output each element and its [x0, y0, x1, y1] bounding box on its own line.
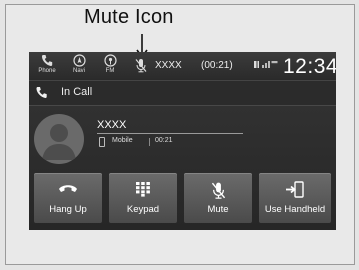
- contact-call-time: 00:21: [155, 137, 173, 144]
- divider: [97, 133, 243, 134]
- status-phone-label: Phone: [38, 68, 56, 74]
- mute-label: Mute: [207, 204, 229, 215]
- signal-strength-icon: [254, 59, 280, 77]
- call-status-bar: In Call: [29, 80, 336, 106]
- microphone-muted-icon: [184, 181, 252, 205]
- person-avatar-icon: [34, 114, 84, 164]
- call-status-text: In Call: [61, 86, 93, 98]
- keypad-icon: [109, 181, 177, 202]
- mobile-phone-icon: [99, 137, 105, 147]
- status-bar: Phone Navi FM XXXX (00:21) 12:34: [29, 52, 336, 80]
- status-navi-label: Navi: [72, 68, 85, 74]
- use-handheld-label: Use Handheld: [264, 204, 326, 215]
- phone-handset-icon: [35, 86, 48, 104]
- status-phone-button[interactable]: Phone: [35, 54, 59, 74]
- contact-name: XXXX: [97, 119, 127, 131]
- status-fm-label: FM: [105, 68, 115, 74]
- status-navi-button[interactable]: Navi: [67, 54, 91, 74]
- fm-icon: [99, 54, 121, 68]
- infotainment-screen: Phone Navi FM XXXX (00:21) 12:34 In Call…: [29, 52, 336, 230]
- keypad-button[interactable]: Keypad: [109, 173, 177, 223]
- hang-up-label: Hang Up: [49, 204, 87, 215]
- use-handheld-button[interactable]: Use Handheld: [259, 173, 331, 223]
- clock: 12:34: [283, 55, 336, 78]
- hang-up-button[interactable]: Hang Up: [34, 173, 102, 223]
- hang-up-icon: [34, 181, 102, 200]
- contact-phone-type: Mobile: [112, 137, 133, 144]
- transfer-to-handset-icon: [259, 181, 331, 204]
- status-call-duration: (00:21): [201, 60, 233, 71]
- status-fm-button[interactable]: FM: [99, 54, 121, 74]
- microphone-muted-icon: [134, 58, 148, 78]
- mute-button[interactable]: Mute: [184, 173, 252, 223]
- status-caller-name: XXXX: [155, 60, 182, 71]
- divider: [149, 138, 150, 146]
- navi-icon: [67, 54, 91, 68]
- phone-icon: [35, 54, 59, 68]
- keypad-label: Keypad: [126, 204, 160, 215]
